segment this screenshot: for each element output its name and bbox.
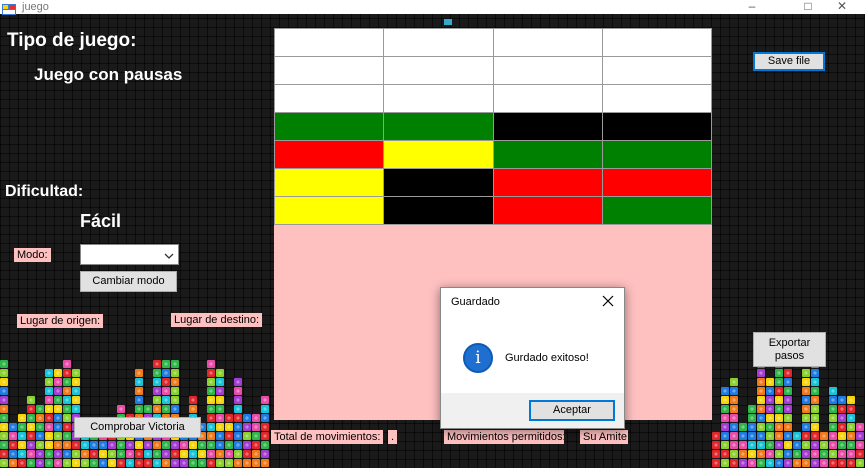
- accept-button[interactable]: Aceptar: [529, 400, 615, 421]
- board-cell-5-0[interactable]: [275, 169, 385, 197]
- title-bar: juego – □ ✕: [0, 0, 865, 15]
- board-cell-5-3[interactable]: [602, 169, 712, 197]
- dialog-message: Gurdado exitoso!: [505, 352, 589, 364]
- board-cell-3-2[interactable]: [493, 113, 603, 141]
- origin-label: Lugar de origen:: [17, 314, 104, 328]
- check-victory-button[interactable]: Comprobar Victoria: [74, 417, 201, 438]
- board-cell-4-1[interactable]: [384, 141, 494, 169]
- board-cell-6-0[interactable]: [275, 197, 385, 225]
- board-cell-2-0[interactable]: [275, 85, 385, 113]
- dialog-title: Guardado: [451, 296, 500, 308]
- board-cell-3-0[interactable]: [275, 113, 385, 141]
- board-grid: [274, 28, 712, 225]
- board-cell-1-0[interactable]: [275, 57, 385, 85]
- board-cell-1-2[interactable]: [493, 57, 603, 85]
- board-cell-0-1[interactable]: [384, 29, 494, 57]
- game-type-heading: Tipo de juego:: [7, 30, 137, 51]
- board-cell-3-1[interactable]: [384, 113, 494, 141]
- change-mode-button[interactable]: Cambiar modo: [80, 271, 177, 292]
- board-cell-4-2[interactable]: [493, 141, 603, 169]
- board-cell-4-0[interactable]: [275, 141, 385, 169]
- app-icon: [2, 2, 16, 15]
- board-cell-0-2[interactable]: [493, 29, 603, 57]
- allowed-moves-label: Movimientos permitidos:: [444, 430, 564, 444]
- total-moves-value: .: [388, 430, 398, 444]
- close-icon[interactable]: [602, 294, 614, 307]
- save-file-button[interactable]: Save file: [753, 52, 825, 71]
- partial-label-right: Su Amite: [580, 430, 628, 444]
- mode-label: Modo:: [14, 248, 51, 262]
- board-cell-2-3[interactable]: [602, 85, 712, 113]
- minimize-icon[interactable]: –: [729, 0, 775, 14]
- dialog-footer: Aceptar: [441, 393, 624, 428]
- difficulty-value: Fácil: [80, 211, 122, 231]
- info-icon: i: [463, 343, 493, 373]
- board-cell-6-2[interactable]: [493, 197, 603, 225]
- board-cell-1-1[interactable]: [384, 57, 494, 85]
- board-cell-0-0[interactable]: [275, 29, 385, 57]
- mode-select[interactable]: [80, 244, 179, 265]
- board-cell-0-3[interactable]: [602, 29, 712, 57]
- difficulty-heading: Dificultad:: [5, 183, 84, 200]
- saved-dialog: Guardado i Gurdado exitoso! Aceptar: [440, 287, 625, 429]
- window-title: juego: [22, 1, 49, 13]
- close-icon[interactable]: ✕: [819, 0, 865, 14]
- board-cell-6-3[interactable]: [602, 197, 712, 225]
- destination-label: Lugar de destino:: [171, 313, 263, 327]
- board-cell-2-1[interactable]: [384, 85, 494, 113]
- board-cell-3-3[interactable]: [602, 113, 712, 141]
- chevron-down-icon: [164, 248, 174, 259]
- scroll-indicator: [444, 19, 452, 25]
- board-cell-2-2[interactable]: [493, 85, 603, 113]
- board-cell-5-1[interactable]: [384, 169, 494, 197]
- total-moves-label: Total de movimientos:: [271, 430, 384, 444]
- board-cell-1-3[interactable]: [602, 57, 712, 85]
- brick-pile-right: [712, 353, 865, 468]
- export-steps-button[interactable]: Exportar pasos: [753, 332, 826, 367]
- board-cell-6-1[interactable]: [384, 197, 494, 225]
- brick-pile-left: [0, 353, 275, 468]
- board-cell-5-2[interactable]: [493, 169, 603, 197]
- game-type-value: Juego con pausas: [34, 65, 183, 84]
- board-cell-4-3[interactable]: [602, 141, 712, 169]
